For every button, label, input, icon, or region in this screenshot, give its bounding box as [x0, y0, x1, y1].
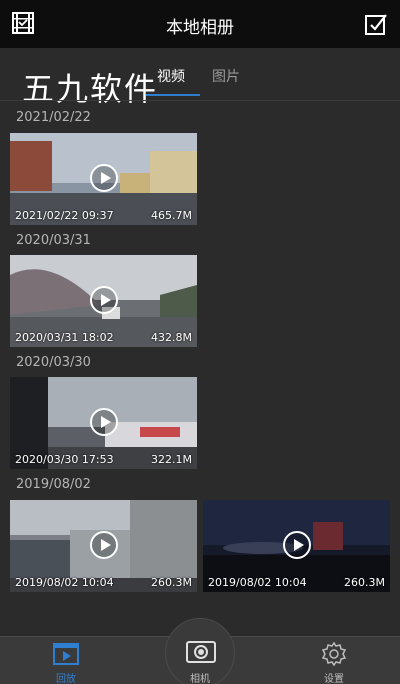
video-size: 260.3M [151, 576, 192, 589]
video-size: 260.3M [344, 576, 385, 589]
date-header: 2019/08/02 [16, 477, 91, 492]
nav-playback[interactable]: 回放 [26, 637, 106, 684]
nav-settings[interactable]: 设置 [294, 637, 374, 684]
gear-icon [321, 641, 347, 667]
camera-icon [186, 641, 216, 663]
media-tabs: 五九软件 视频 图片 [0, 48, 400, 108]
tab-pictures[interactable]: 图片 [212, 66, 240, 86]
video-timestamp: 2021/02/22 09:37 [15, 209, 114, 222]
date-header: 2021/02/22 [16, 110, 91, 125]
play-icon[interactable] [283, 531, 311, 559]
video-thumbnail[interactable]: 2019/08/02 10:04 260.3M [10, 500, 197, 592]
play-icon[interactable] [90, 286, 118, 314]
divider [0, 100, 400, 101]
video-thumbnail[interactable]: 2021/02/22 09:37 465.7M [10, 133, 197, 225]
top-bar: 本地相册 [0, 0, 400, 48]
video-size: 465.7M [151, 209, 192, 222]
nav-camera[interactable]: 相机 [165, 618, 235, 684]
play-icon[interactable] [90, 531, 118, 559]
active-tab-indicator [146, 94, 200, 96]
play-icon[interactable] [90, 164, 118, 192]
date-header: 2020/03/30 [16, 355, 91, 370]
video-timestamp: 2019/08/02 10:04 [15, 576, 114, 589]
video-timestamp: 2019/08/02 10:04 [208, 576, 307, 589]
video-size: 322.1M [151, 453, 192, 466]
playback-icon [53, 643, 79, 665]
video-timestamp: 2020/03/30 17:53 [15, 453, 114, 466]
watermark-text: 五九软件 [22, 70, 159, 108]
video-thumbnail[interactable]: 2019/08/02 10:04 260.3M [203, 500, 390, 592]
nav-camera-label: 相机 [190, 674, 210, 684]
play-icon[interactable] [90, 408, 118, 436]
video-timestamp: 2020/03/31 18:02 [15, 331, 114, 344]
select-checkbox-icon[interactable] [364, 12, 388, 36]
video-thumbnail[interactable]: 2020/03/31 18:02 432.8M [10, 255, 197, 347]
nav-playback-label: 回放 [56, 674, 76, 684]
nav-settings-label: 设置 [324, 674, 344, 684]
tab-videos[interactable]: 视频 [157, 66, 185, 86]
video-thumbnail[interactable]: 2020/03/30 17:53 322.1M [10, 377, 197, 469]
video-size: 432.8M [151, 331, 192, 344]
page-title: 本地相册 [166, 18, 234, 38]
date-header: 2020/03/31 [16, 233, 91, 248]
